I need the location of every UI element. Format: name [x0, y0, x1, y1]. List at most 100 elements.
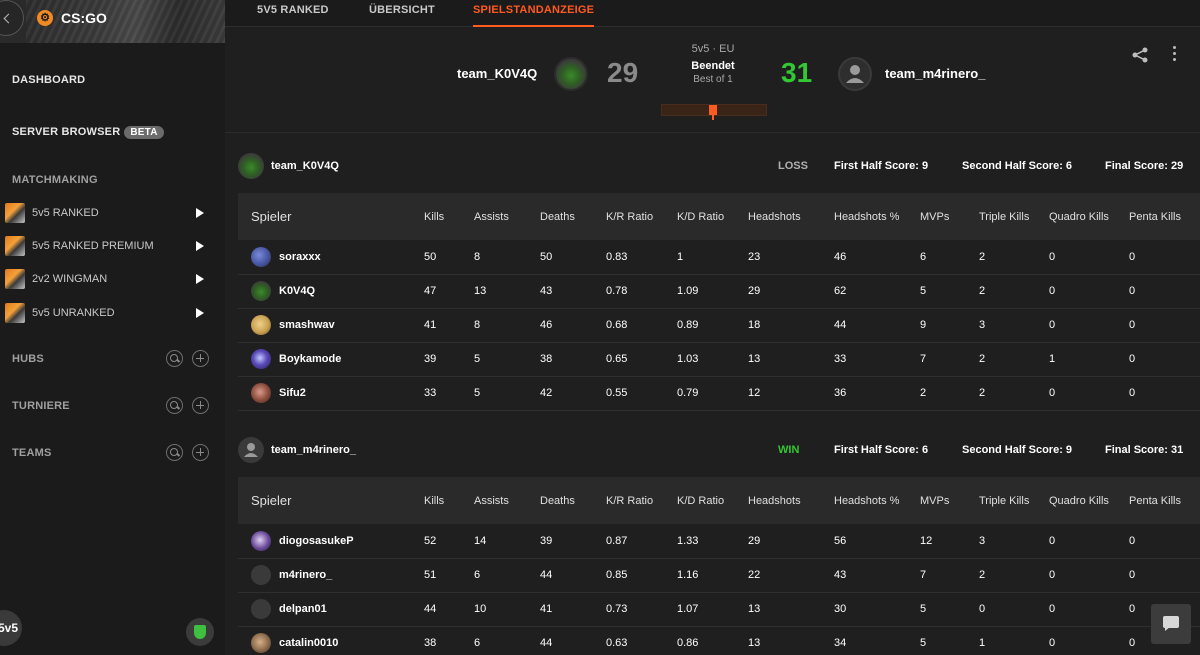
- sidebar-item-5v5-ranked[interactable]: 5v5 RANKED: [0, 201, 225, 227]
- game-selector[interactable]: ⚙ CS:GO: [26, 0, 225, 43]
- search-icon[interactable]: [166, 444, 183, 461]
- play-icon[interactable]: [196, 308, 204, 318]
- sidebar-item-5v5-unranked[interactable]: 5v5 UNRANKED: [0, 301, 225, 327]
- column-header[interactable]: Quadro Kills: [1049, 193, 1129, 240]
- back-button[interactable]: [0, 0, 24, 36]
- column-header[interactable]: Triple Kills: [979, 477, 1049, 524]
- column-header[interactable]: Headshots: [748, 477, 834, 524]
- play-icon[interactable]: [196, 208, 204, 218]
- player-name[interactable]: Sifu2: [279, 387, 306, 399]
- column-header[interactable]: Triple Kills: [979, 193, 1049, 240]
- plus-icon[interactable]: [192, 397, 209, 414]
- player-cell[interactable]: smashwav: [238, 308, 424, 343]
- more-options-icon[interactable]: [1171, 46, 1177, 64]
- column-header[interactable]: MVPs: [920, 193, 979, 240]
- player-cell[interactable]: diogosasukeP: [238, 524, 424, 559]
- player-cell[interactable]: Sifu2: [238, 376, 424, 411]
- player-avatar[interactable]: [251, 599, 271, 619]
- tab-5v5-ranked[interactable]: 5V5 RANKED: [257, 4, 329, 16]
- anticheat-shield-icon[interactable]: [186, 618, 214, 646]
- column-header[interactable]: K/D Ratio: [677, 193, 748, 240]
- team1-name[interactable]: team_K0V4Q: [457, 66, 537, 81]
- hubs-actions: [166, 350, 210, 368]
- player-cell[interactable]: catalin0010: [238, 626, 424, 655]
- player-avatar[interactable]: [251, 281, 271, 301]
- stat-cell: 5: [474, 342, 540, 377]
- column-header[interactable]: Deaths: [540, 477, 606, 524]
- party-button[interactable]: 5v5: [0, 610, 22, 646]
- sidebar-item-2v2-wingman[interactable]: 2v2 WINGMAN: [0, 267, 225, 293]
- search-icon[interactable]: [166, 397, 183, 414]
- column-header[interactable]: K/R Ratio: [606, 477, 677, 524]
- player-cell[interactable]: soraxxx: [238, 240, 424, 275]
- player-cell[interactable]: m4rinero_: [238, 558, 424, 593]
- column-header[interactable]: K/R Ratio: [606, 193, 677, 240]
- player-avatar[interactable]: [251, 349, 271, 369]
- column-header[interactable]: Spieler: [238, 477, 424, 524]
- player-name[interactable]: smashwav: [279, 319, 335, 331]
- stat-cell: 2: [979, 558, 1049, 593]
- player-avatar[interactable]: [251, 633, 271, 653]
- player-cell[interactable]: K0V4Q: [238, 274, 424, 309]
- column-header[interactable]: Quadro Kills: [1049, 477, 1129, 524]
- column-header[interactable]: MVPs: [920, 477, 979, 524]
- play-icon[interactable]: [196, 274, 204, 284]
- team2-label[interactable]: team_m4rinero_: [271, 444, 356, 456]
- team1-label[interactable]: team_K0V4Q: [271, 160, 339, 172]
- column-header[interactable]: Headshots: [748, 193, 834, 240]
- team2-small-avatar[interactable]: [238, 437, 264, 463]
- player-name[interactable]: delpan01: [279, 603, 327, 615]
- team1-final: Final Score: 29: [1105, 160, 1184, 172]
- column-header[interactable]: Kills: [424, 477, 474, 524]
- player-name[interactable]: K0V4Q: [279, 285, 315, 297]
- tab-scoreboard[interactable]: SPIELSTANDANZEIGE: [473, 4, 594, 16]
- team2-name[interactable]: team_m4rinero_: [885, 66, 985, 81]
- sidebar-item-turniere[interactable]: TURNIERE: [12, 400, 70, 412]
- column-header[interactable]: Kills: [424, 193, 474, 240]
- column-header[interactable]: Penta Kills: [1129, 477, 1200, 524]
- player-avatar[interactable]: [251, 530, 271, 551]
- column-header[interactable]: K/D Ratio: [677, 477, 748, 524]
- team2-result: WIN: [778, 444, 800, 456]
- player-name[interactable]: diogosasukeP: [279, 535, 354, 547]
- sidebar-item-teams[interactable]: TEAMS: [12, 447, 52, 459]
- column-header[interactable]: Deaths: [540, 193, 606, 240]
- share-icon[interactable]: [1131, 46, 1149, 64]
- column-header[interactable]: Assists: [474, 193, 540, 240]
- player-avatar[interactable]: [251, 246, 271, 267]
- player-avatar[interactable]: [251, 315, 271, 335]
- player-name[interactable]: catalin0010: [279, 637, 338, 649]
- stat-cell: 0.79: [677, 376, 748, 411]
- player-avatar[interactable]: [251, 565, 271, 585]
- sidebar-item-server-browser[interactable]: SERVER BROWSER BETA: [12, 126, 164, 139]
- sidebar-item-hubs[interactable]: HUBS: [12, 353, 44, 365]
- csgo-mode-icon: [5, 236, 25, 256]
- team1-avatar[interactable]: [554, 57, 588, 91]
- stat-cell: 1.07: [677, 592, 748, 627]
- sidebar-item-5v5-ranked-premium[interactable]: 5v5 RANKED PREMIUM: [0, 234, 225, 260]
- column-header[interactable]: Assists: [474, 477, 540, 524]
- search-icon[interactable]: [166, 350, 183, 367]
- column-header[interactable]: Headshots %: [834, 193, 920, 240]
- player-cell[interactable]: delpan01: [238, 592, 424, 627]
- plus-icon[interactable]: [192, 444, 209, 461]
- team2-avatar[interactable]: [838, 57, 872, 91]
- table-row: Boykamode 39 5 38 0.65 1.03 13 33 7 2 1 0: [238, 342, 1200, 377]
- player-name[interactable]: Boykamode: [279, 353, 341, 365]
- chat-button[interactable]: [1151, 604, 1191, 644]
- sidebar-item-dashboard[interactable]: DASHBOARD: [12, 74, 85, 86]
- play-icon[interactable]: [196, 241, 204, 251]
- column-header[interactable]: Headshots %: [834, 477, 920, 524]
- team1-small-avatar[interactable]: [238, 153, 264, 179]
- column-header[interactable]: Penta Kills: [1129, 193, 1200, 240]
- plus-icon[interactable]: [192, 350, 209, 367]
- player-cell[interactable]: Boykamode: [238, 342, 424, 377]
- tab-overview[interactable]: ÜBERSICHT: [369, 4, 435, 16]
- player-name[interactable]: soraxxx: [279, 251, 321, 263]
- stat-cell: 0: [1049, 626, 1129, 655]
- player-name[interactable]: m4rinero_: [279, 569, 332, 581]
- column-header[interactable]: Spieler: [238, 193, 424, 240]
- stat-cell: 44: [540, 558, 606, 593]
- player-avatar[interactable]: [251, 383, 271, 403]
- table-header: Spieler Kills Assists Deaths K/R Ratio K/D Ra…: [238, 477, 1200, 524]
